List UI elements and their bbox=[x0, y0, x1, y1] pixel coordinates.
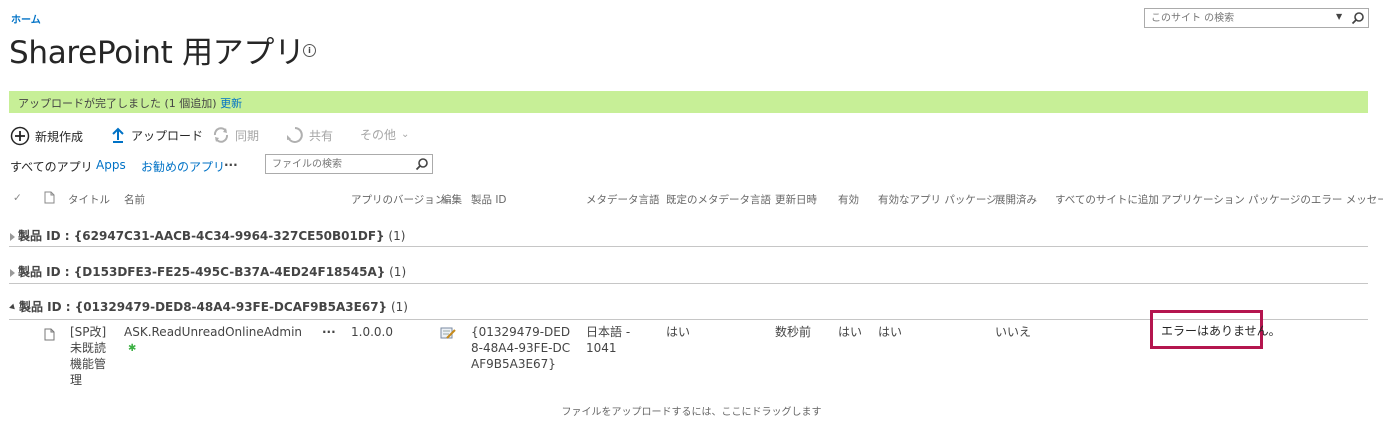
search-icon[interactable] bbox=[1351, 11, 1365, 25]
group-product-id: {62947C31-AACB-4C34-9964-327CE50B01DF} bbox=[73, 229, 385, 243]
group-count: (1) bbox=[389, 265, 407, 279]
document-type-icon bbox=[44, 191, 55, 204]
share-label: 共有 bbox=[309, 128, 334, 143]
drop-zone-hint[interactable]: ファイルをアップロードするには、ここにドラッグします bbox=[0, 403, 1383, 418]
col-title[interactable]: タイトル bbox=[68, 192, 110, 207]
col-name[interactable]: 名前 bbox=[124, 192, 145, 207]
select-all-checkmark[interactable]: ✓ bbox=[13, 192, 22, 204]
row-enabled: はい bbox=[838, 325, 863, 339]
document-icon bbox=[44, 328, 55, 341]
page-title: SharePoint 用アプリ bbox=[9, 35, 305, 71]
col-valid-package[interactable]: 有効なアプリ パッケージ bbox=[878, 192, 997, 207]
status-text: アップロードが完了しました (1 個追加) bbox=[18, 97, 221, 110]
plus-circle-icon bbox=[10, 126, 30, 146]
group-label: 製品 ID : bbox=[18, 229, 74, 243]
collapse-triangle-icon[interactable] bbox=[9, 303, 17, 312]
col-enabled[interactable]: 有効 bbox=[838, 192, 859, 207]
col-metadata-lang[interactable]: メタデータ言語 bbox=[586, 192, 660, 207]
col-deployed[interactable]: 展開済み bbox=[995, 192, 1037, 207]
breadcrumb-home[interactable]: ホーム bbox=[11, 11, 41, 26]
col-version[interactable]: アプリのバージョン bbox=[351, 192, 445, 207]
row-default-metadata-lang: はい bbox=[666, 325, 691, 339]
row-product-id: {01329479-DED8-48A4-93FE-DCAF9B5A3E67} bbox=[471, 325, 571, 371]
group-product-id: {D153DFE3-FE25-495C-B37A-4ED24F18545A} bbox=[73, 265, 386, 279]
group-divider bbox=[9, 283, 1368, 284]
more-label: その他 bbox=[360, 128, 397, 142]
edit-pencil-icon[interactable] bbox=[440, 326, 456, 340]
col-add-all-sites[interactable]: すべてのサイトに追加 bbox=[1055, 192, 1159, 207]
group-count: (1) bbox=[390, 300, 408, 314]
upload-arrow-icon bbox=[112, 127, 124, 143]
row-version: 1.0.0.0 bbox=[351, 325, 393, 339]
status-bar: アップロードが完了しました (1 個追加) 更新 bbox=[9, 91, 1368, 113]
view-all-apps[interactable]: すべてのアプリ bbox=[10, 158, 93, 175]
search-icon[interactable] bbox=[415, 157, 429, 171]
share-button[interactable]: 共有 bbox=[286, 126, 333, 144]
share-icon bbox=[287, 127, 303, 143]
new-item-badge-icon: ✱ bbox=[128, 343, 137, 354]
site-search-box: ▼ bbox=[1144, 8, 1369, 28]
group-header[interactable]: 製品 ID : {62947C31-AACB-4C34-9964-327CE50… bbox=[10, 227, 405, 244]
col-edit[interactable]: 編集 bbox=[441, 192, 462, 207]
row-modified: 数秒前 bbox=[775, 325, 812, 339]
file-search-input[interactable] bbox=[266, 155, 418, 173]
sync-button[interactable]: 同期 bbox=[212, 126, 259, 144]
group-count: (1) bbox=[388, 229, 406, 243]
refresh-link[interactable]: 更新 bbox=[220, 97, 242, 110]
group-label: 製品 ID : bbox=[19, 300, 75, 314]
view-recommended[interactable]: お勧めのアプリ bbox=[141, 158, 225, 175]
row-valid-package: はい bbox=[878, 325, 903, 339]
row-metadata-lang: 日本語 - 1041 bbox=[586, 325, 631, 355]
expand-triangle-icon[interactable] bbox=[10, 268, 15, 277]
row-deployed: いいえ bbox=[995, 325, 1032, 339]
row-name-link[interactable]: ASK.ReadUnreadOnlineAdmin bbox=[124, 324, 302, 340]
expand-triangle-icon[interactable] bbox=[10, 232, 15, 241]
col-modified[interactable]: 更新日時 bbox=[775, 192, 817, 207]
upload-button[interactable]: アップロード bbox=[110, 126, 203, 144]
status-message: アップロードが完了しました (1 個追加) 更新 bbox=[18, 95, 242, 111]
file-search-box bbox=[265, 154, 433, 174]
new-button[interactable]: 新規作成 bbox=[10, 126, 83, 146]
sync-label: 同期 bbox=[235, 128, 260, 143]
col-error-message[interactable]: アプリケーション パッケージのエラー メッセージ bbox=[1161, 192, 1383, 207]
row-menu-ellipsis[interactable]: ··· bbox=[322, 324, 336, 340]
group-header[interactable]: 製品 ID : {D153DFE3-FE25-495C-B37A-4ED24F1… bbox=[10, 263, 406, 280]
row-error-message: エラーはありません。 bbox=[1161, 324, 1281, 338]
chevron-down-icon: ⌄ bbox=[401, 129, 410, 140]
group-divider bbox=[9, 246, 1368, 247]
row-title[interactable]: [SP改]未既読機能管理 bbox=[70, 324, 114, 388]
site-search-input[interactable] bbox=[1145, 9, 1337, 27]
views-more-ellipsis[interactable]: ··· bbox=[224, 158, 238, 172]
upload-label: アップロード bbox=[131, 128, 204, 143]
view-apps[interactable]: Apps bbox=[96, 158, 126, 172]
sync-icon bbox=[213, 127, 229, 143]
col-product-id[interactable]: 製品 ID bbox=[471, 192, 507, 207]
chevron-down-icon[interactable]: ▼ bbox=[1336, 12, 1342, 21]
col-default-metadata-lang[interactable]: 既定のメタデータ言語 bbox=[666, 192, 771, 207]
info-circle-icon[interactable]: i bbox=[303, 44, 316, 57]
more-button[interactable]: その他 ⌄ bbox=[360, 126, 409, 143]
group-product-id: {01329479-DED8-48A4-93FE-DCAF9B5A3E67} bbox=[74, 300, 388, 314]
group-header[interactable]: 製品 ID : {01329479-DED8-48A4-93FE-DCAF9B5… bbox=[9, 298, 408, 315]
group-label: 製品 ID : bbox=[18, 265, 74, 279]
new-label: 新規作成 bbox=[35, 129, 84, 144]
